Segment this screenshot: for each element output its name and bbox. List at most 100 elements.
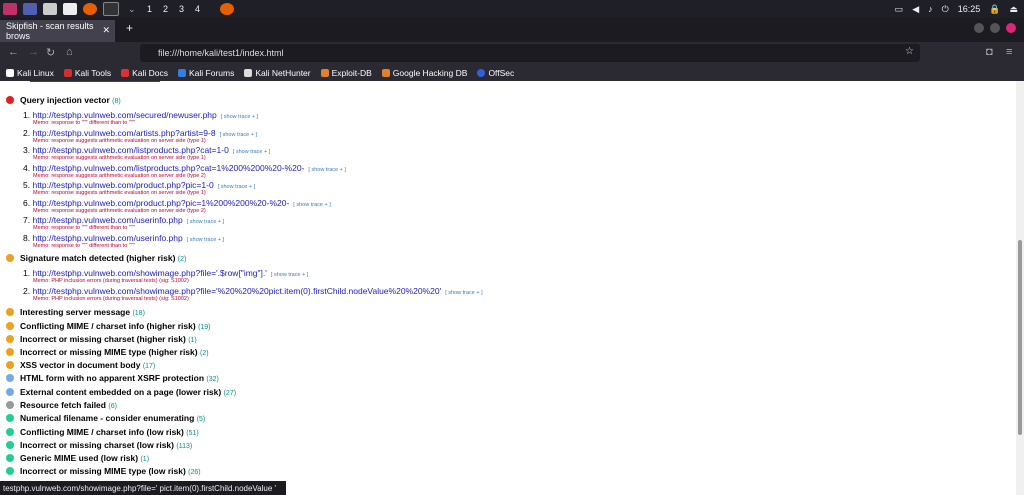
issue-category[interactable]: Incorrect or missing charset (low risk) … bbox=[6, 440, 192, 452]
issue-url-link[interactable]: http://testphp.vulnweb.com/product.php?p… bbox=[32, 198, 289, 208]
network-icon[interactable]: ▭ bbox=[895, 4, 904, 15]
issue-url-link[interactable]: http://testphp.vulnweb.com/userinfo.php bbox=[32, 215, 182, 225]
browser-tab[interactable]: Skipfish - scan results brows ✕ bbox=[0, 20, 115, 42]
category-title: External content embedded on a page (low… bbox=[20, 387, 222, 397]
home-icon[interactable]: ⌂ bbox=[66, 46, 73, 58]
bookmark-kali-forums[interactable]: Kali Forums bbox=[178, 68, 234, 78]
issue-category[interactable]: Resource fetch failed (6) bbox=[6, 400, 117, 412]
severity-dot-icon bbox=[6, 348, 14, 356]
reload-icon[interactable]: ↻ bbox=[46, 46, 55, 59]
show-trace-link[interactable]: [ show trace + ] bbox=[271, 272, 308, 278]
issue-url-link[interactable]: http://testphp.vulnweb.com/userinfo.php bbox=[32, 233, 182, 243]
issue-memo: Memo: PHP inclusion errors (during trave… bbox=[33, 278, 189, 284]
minimize-button[interactable] bbox=[974, 23, 984, 33]
bookmark-offsec[interactable]: OffSec bbox=[477, 68, 514, 78]
firefox-window-icon[interactable] bbox=[219, 3, 234, 15]
category-count: (113) bbox=[176, 443, 193, 450]
issue-category[interactable]: Incorrect or missing charset (higher ris… bbox=[6, 334, 197, 346]
close-window-button[interactable] bbox=[1006, 23, 1016, 33]
forward-arrow-icon[interactable]: → bbox=[28, 46, 39, 58]
kali-menu-icon[interactable] bbox=[3, 3, 17, 15]
category-title: Resource fetch failed bbox=[20, 400, 106, 410]
bookmark-star-icon[interactable]: ☆ bbox=[905, 46, 914, 57]
issue-memo: Memo: response suggests arithmetic evalu… bbox=[33, 155, 206, 161]
browser-navbar: ← → ↻ ⌂ file:///home/kali/test1/index.ht… bbox=[0, 42, 1024, 64]
bookmark-kali-linux[interactable]: Kali Linux bbox=[6, 68, 54, 78]
workspace-2[interactable]: 2 bbox=[158, 4, 174, 14]
new-tab-button[interactable]: + bbox=[126, 21, 133, 35]
issue-category[interactable]: Generic MIME used (low risk) (1) bbox=[6, 453, 149, 465]
show-trace-link[interactable]: [ show trace + ] bbox=[218, 184, 255, 190]
show-trace-link[interactable]: [ show trace + ] bbox=[233, 149, 270, 155]
show-trace-link[interactable]: [ show trace + ] bbox=[221, 114, 258, 120]
severity-dot-icon bbox=[6, 335, 14, 343]
maximize-button[interactable] bbox=[990, 23, 1000, 33]
show-trace-link[interactable]: [ show trace + ] bbox=[187, 237, 224, 243]
category-count: (5) bbox=[196, 416, 206, 423]
text-editor-icon[interactable] bbox=[63, 3, 77, 15]
list-item: 6. http://testphp.vulnweb.com/product.ph… bbox=[23, 198, 331, 208]
menu-icon[interactable]: ≡ bbox=[1006, 46, 1012, 58]
workspace-1[interactable]: 1 bbox=[142, 4, 158, 14]
pocket-icon[interactable]: ◘ bbox=[986, 46, 993, 58]
severity-dot-icon bbox=[6, 308, 14, 316]
bookmark-kali-tools[interactable]: Kali Tools bbox=[63, 68, 111, 78]
nethunter-icon bbox=[244, 69, 253, 78]
issue-url-link[interactable]: http://testphp.vulnweb.com/showimage.php… bbox=[32, 268, 266, 278]
bookmark-exploit-db[interactable]: Exploit-DB bbox=[320, 68, 372, 78]
issue-url-link[interactable]: http://testphp.vulnweb.com/product.php?p… bbox=[32, 180, 213, 190]
browser-tab-strip: Skipfish - scan results brows ✕ + bbox=[0, 18, 1024, 42]
bookmark-kali-docs[interactable]: Kali Docs bbox=[121, 68, 168, 78]
category-title: HTML form with no apparent XSRF protecti… bbox=[20, 373, 205, 383]
back-arrow-icon[interactable]: ← bbox=[8, 46, 19, 58]
issue-url-link[interactable]: http://testphp.vulnweb.com/showimage.php… bbox=[32, 286, 441, 296]
close-tab-icon[interactable]: ✕ bbox=[102, 25, 110, 36]
firefox-icon[interactable] bbox=[83, 3, 97, 15]
issue-category[interactable]: Incorrect or missing MIME type (higher r… bbox=[6, 347, 209, 359]
bookmark-kali-nethunter[interactable]: Kali NetHunter bbox=[244, 68, 311, 78]
issue-category[interactable]: Incorrect or missing MIME type (low risk… bbox=[6, 466, 201, 478]
workspace-4[interactable]: 4 bbox=[190, 4, 206, 14]
issue-category[interactable]: Conflicting MIME / charset info (higher … bbox=[6, 321, 211, 333]
show-trace-link[interactable]: [ show trace + ] bbox=[445, 290, 482, 296]
issue-category[interactable]: XSS vector in document body (17) bbox=[6, 360, 155, 372]
issue-url-link[interactable]: http://testphp.vulnweb.com/listproducts.… bbox=[32, 145, 228, 155]
show-trace-link[interactable]: [ show trace + ] bbox=[187, 219, 224, 225]
bookmarks-bar: Kali Linux Kali Tools Kali Docs Kali For… bbox=[0, 64, 1024, 81]
issue-memo: Memo: response suggests arithmetic evalu… bbox=[33, 138, 206, 144]
lock-icon[interactable]: 🔒 bbox=[989, 4, 1000, 15]
list-item: 2. http://testphp.vulnweb.com/artists.ph… bbox=[23, 128, 257, 138]
desktop-icon[interactable] bbox=[23, 3, 37, 15]
kali-icon bbox=[6, 69, 14, 78]
chevron-down-icon[interactable]: ⌄ bbox=[128, 4, 136, 15]
severity-dot-icon bbox=[6, 454, 14, 462]
category-count: (51) bbox=[186, 430, 199, 437]
issue-category[interactable]: HTML form with no apparent XSRF protecti… bbox=[6, 373, 219, 385]
list-item: 1. http://testphp.vulnweb.com/showimage.… bbox=[23, 268, 308, 278]
issue-category[interactable]: Conflicting MIME / charset info (low ris… bbox=[6, 427, 199, 439]
show-trace-link[interactable]: [ show trace + ] bbox=[220, 132, 257, 138]
scrollbar-thumb[interactable] bbox=[1018, 240, 1022, 435]
power-icon[interactable]: ⏻ bbox=[942, 4, 949, 15]
item-number: 7. bbox=[23, 215, 31, 225]
url-bar[interactable]: file:///home/kali/test1/index.html ☆ bbox=[140, 44, 920, 62]
issue-category[interactable]: External content embedded on a page (low… bbox=[6, 387, 236, 399]
logout-icon[interactable]: ⏏ bbox=[1009, 4, 1018, 15]
issue-category[interactable]: Signature match detected (higher risk) (… bbox=[6, 253, 186, 265]
show-trace-link[interactable]: [ show trace + ] bbox=[308, 167, 345, 173]
issue-url-link[interactable]: http://testphp.vulnweb.com/listproducts.… bbox=[32, 163, 304, 173]
volume-icon[interactable]: ◀ bbox=[912, 4, 919, 15]
issue-url-link[interactable]: http://testphp.vulnweb.com/artists.php?a… bbox=[32, 128, 215, 138]
workspace-3[interactable]: 3 bbox=[174, 4, 190, 14]
file-manager-icon[interactable] bbox=[43, 3, 57, 15]
issue-category[interactable]: Numerical filename - consider enumeratin… bbox=[6, 413, 205, 425]
terminal-icon[interactable] bbox=[103, 2, 119, 16]
bookmark-google-hacking-db[interactable]: Google Hacking DB bbox=[381, 68, 467, 78]
issue-category[interactable]: Interesting server message (18) bbox=[6, 307, 145, 319]
show-trace-link[interactable]: [ show trace + ] bbox=[293, 202, 330, 208]
item-number: 1. bbox=[23, 268, 31, 278]
issue-category[interactable]: Query injection vector (8) bbox=[6, 95, 121, 107]
notification-icon[interactable]: ♪ bbox=[928, 4, 933, 14]
issue-memo: Memo: response suggests arithmetic evalu… bbox=[33, 173, 206, 179]
issue-url-link[interactable]: http://testphp.vulnweb.com/secured/newus… bbox=[32, 110, 216, 120]
